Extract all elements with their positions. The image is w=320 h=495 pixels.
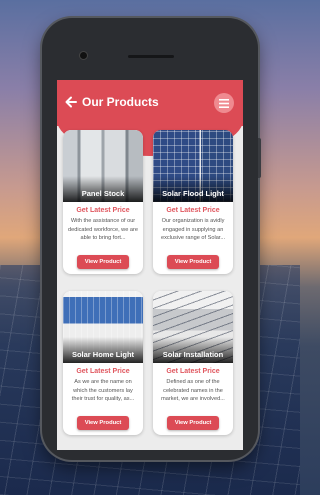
get-latest-price-link[interactable]: Get Latest Price bbox=[63, 207, 143, 214]
view-product-button[interactable]: View Product bbox=[167, 416, 219, 430]
product-description: Our organization is avidly engaged in su… bbox=[160, 218, 226, 241]
product-image: Solar Home Light bbox=[63, 291, 143, 363]
product-card[interactable]: Solar Installation Get Latest Price Defi… bbox=[153, 291, 233, 435]
product-image: Solar Flood Light bbox=[153, 130, 233, 202]
view-product-button[interactable]: View Product bbox=[167, 255, 219, 269]
get-latest-price-link[interactable]: Get Latest Price bbox=[153, 207, 233, 214]
menu-button[interactable] bbox=[214, 93, 234, 113]
product-image: Panel Stock bbox=[63, 130, 143, 202]
view-product-button[interactable]: View Product bbox=[77, 255, 129, 269]
get-latest-price-link[interactable]: Get Latest Price bbox=[63, 368, 143, 375]
arrow-left-icon[interactable] bbox=[64, 95, 78, 109]
get-latest-price-link[interactable]: Get Latest Price bbox=[153, 368, 233, 375]
product-description: Defined as one of the celebrated names i… bbox=[161, 379, 225, 402]
earpiece-speaker bbox=[128, 55, 174, 58]
product-card[interactable]: Solar Flood Light Get Latest Price Our o… bbox=[153, 130, 233, 274]
product-description: With the assistance of our dedicated wor… bbox=[68, 218, 138, 241]
product-name: Solar Home Light bbox=[71, 350, 135, 359]
hamburger-menu-icon bbox=[219, 98, 229, 108]
product-description: As we are the name on which the customer… bbox=[71, 379, 135, 402]
product-card[interactable]: Panel Stock Get Latest Price With the as… bbox=[63, 130, 143, 274]
app-screen: Our Products Panel Stock Get Latest Pric… bbox=[57, 80, 243, 450]
side-button bbox=[258, 138, 261, 178]
front-camera bbox=[80, 52, 87, 59]
product-image: Solar Installation bbox=[153, 291, 233, 363]
page-title: Our Products bbox=[82, 95, 159, 109]
product-card[interactable]: Solar Home Light Get Latest Price As we … bbox=[63, 291, 143, 435]
view-product-button[interactable]: View Product bbox=[77, 416, 129, 430]
product-name: Panel Stock bbox=[81, 189, 125, 198]
product-name: Solar Installation bbox=[162, 350, 224, 359]
product-name: Solar Flood Light bbox=[162, 189, 224, 198]
